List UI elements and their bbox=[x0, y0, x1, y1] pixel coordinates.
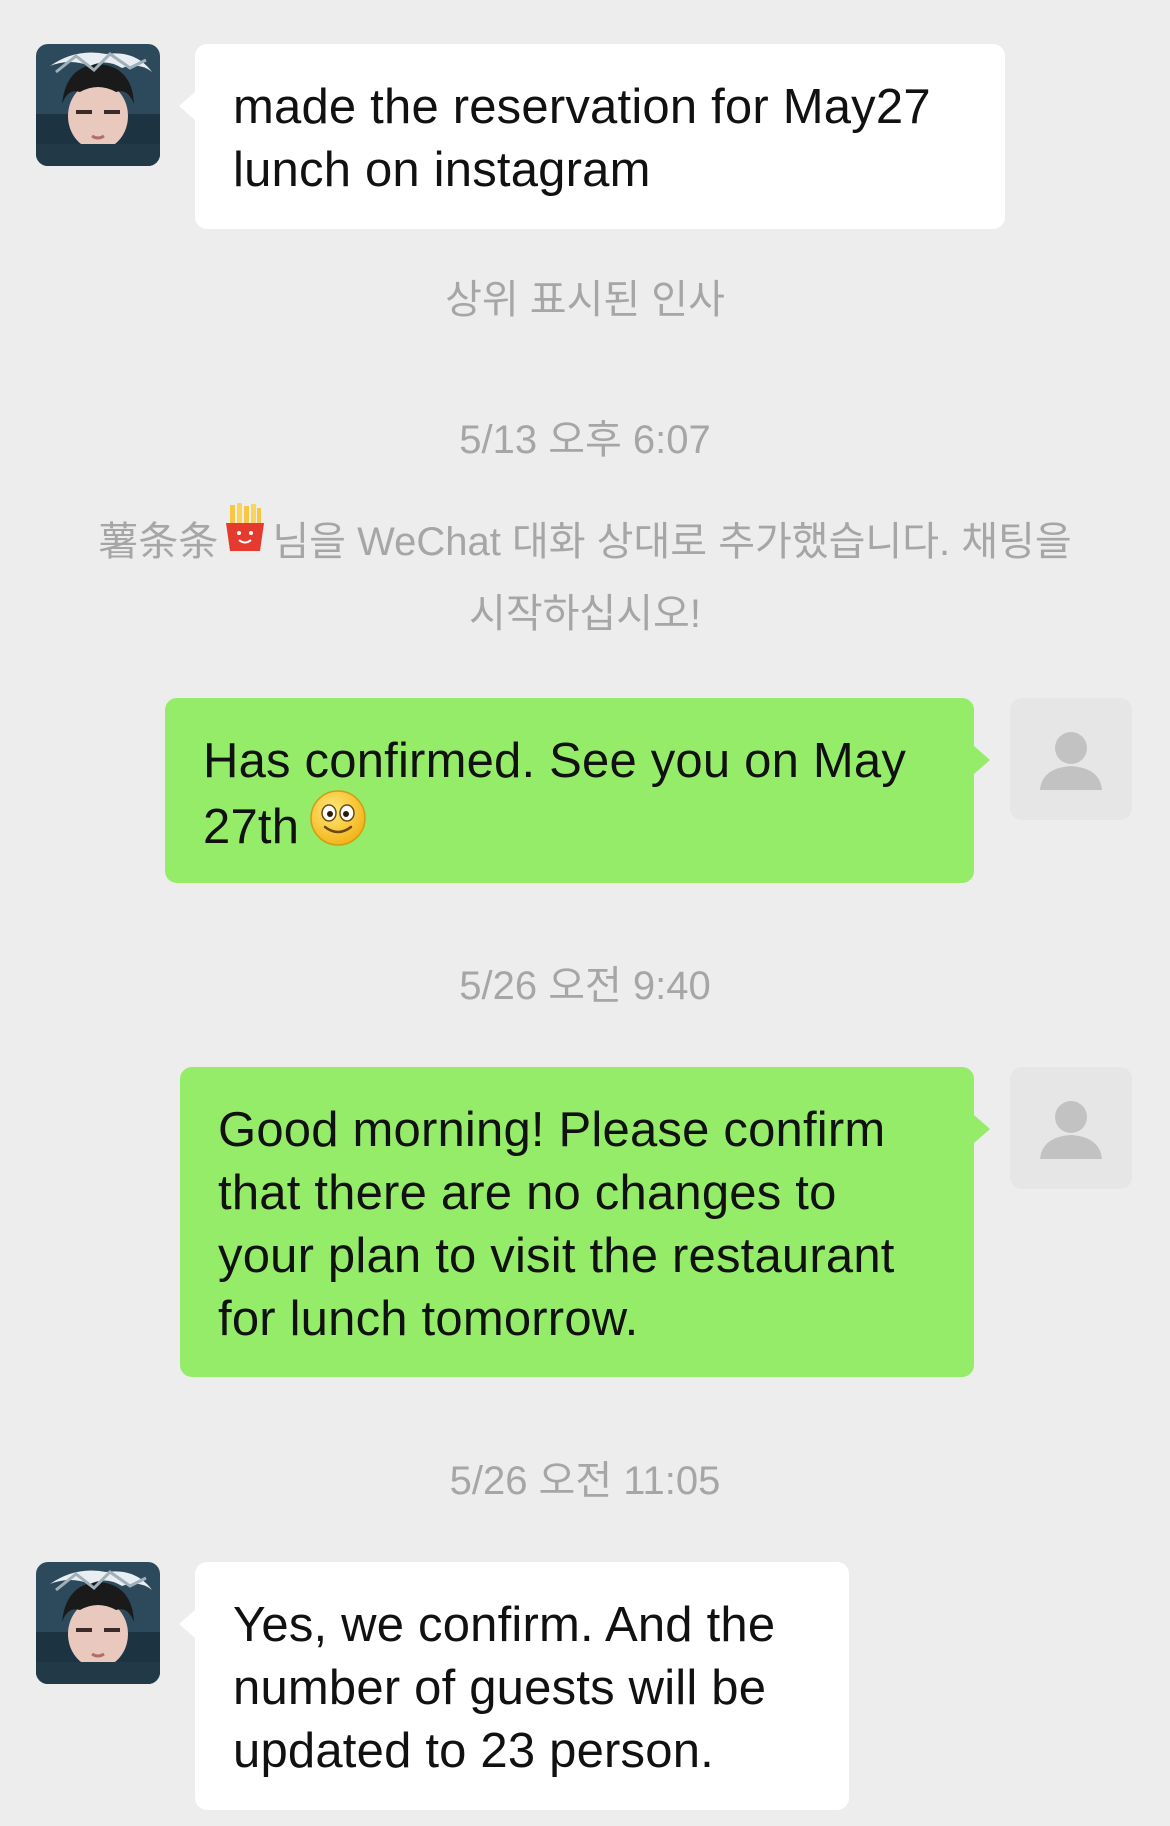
my-avatar[interactable] bbox=[1010, 1067, 1132, 1189]
message-bubble-outgoing[interactable]: Good morning! Please confirm that there … bbox=[180, 1067, 990, 1377]
contact-avatar-image bbox=[36, 1562, 160, 1684]
message-text: made the reservation for May27 lunch on … bbox=[233, 80, 931, 197]
contact-added-notice-line2: 시작하십시오! bbox=[469, 591, 701, 636]
french-fries-icon bbox=[222, 502, 268, 574]
my-avatar[interactable] bbox=[1010, 698, 1132, 820]
timestamp: 5/26 오전 11:05 bbox=[449, 1459, 721, 1503]
contact-avatar[interactable] bbox=[36, 44, 160, 166]
message-text: Good morning! Please confirm that there … bbox=[218, 1103, 895, 1346]
added-contact-name: 薯条条 bbox=[98, 520, 219, 564]
greeting-notice: 상위 표시된 인사 bbox=[445, 278, 725, 322]
contact-avatar[interactable] bbox=[36, 1562, 160, 1684]
contact-added-notice: 薯条条 님을 WeChat 대화 상대로 추가했습니다. 채팅을 시작하십시오! bbox=[60, 502, 1110, 648]
timestamp: 5/13 오후 6:07 bbox=[459, 418, 711, 462]
default-user-icon bbox=[1040, 1101, 1102, 1159]
message-bubble-outgoing[interactable]: Has confirmed. See you on May 27th bbox=[165, 698, 990, 883]
message-text: Yes, we confirm. And the number of guest… bbox=[233, 1598, 776, 1778]
contact-avatar-image bbox=[36, 44, 160, 166]
smiling-face-icon bbox=[309, 789, 367, 863]
timestamp: 5/26 오전 9:40 bbox=[459, 964, 711, 1008]
message-bubble-incoming[interactable]: Yes, we confirm. And the number of guest… bbox=[179, 1562, 849, 1810]
default-user-icon bbox=[1040, 732, 1102, 790]
contact-added-notice-text: 님을 WeChat 대화 상대로 추가했습니다. 채팅을 bbox=[272, 520, 1072, 564]
message-bubble-incoming[interactable]: made the reservation for May27 lunch on … bbox=[179, 44, 1005, 229]
contact-added-notice-line1: 薯条条 님을 WeChat 대화 상대로 추가했습니다. 채팅을 bbox=[60, 502, 1110, 580]
chat-message-list[interactable]: made the reservation for May27 lunch on … bbox=[0, 0, 1170, 1826]
